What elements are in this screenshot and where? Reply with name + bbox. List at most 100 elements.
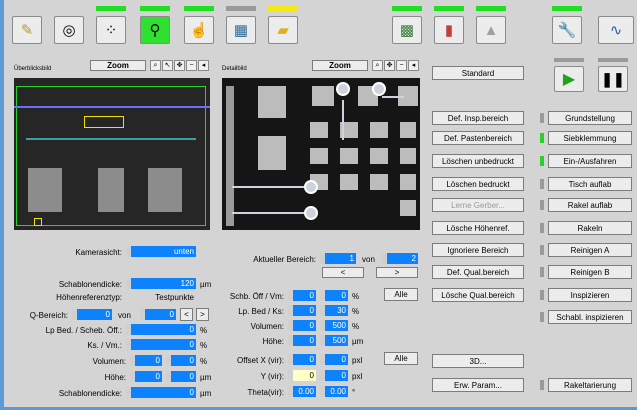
bereich-total-field[interactable]: 2 xyxy=(382,253,418,264)
detail-zoom-button[interactable]: Zoom xyxy=(312,60,368,71)
ks-field[interactable]: 0 xyxy=(126,339,196,350)
image-pad xyxy=(400,122,416,138)
image-pad xyxy=(258,136,286,170)
volumen-b-field[interactable]: 0 xyxy=(166,355,196,366)
rakeltarierung-button[interactable]: Rakeltarierung xyxy=(548,378,632,392)
bereich-prev-button[interactable]: < xyxy=(322,267,364,278)
folder-icon[interactable]: ▰ xyxy=(268,16,298,44)
q-bereich-prev-button[interactable]: < xyxy=(180,308,193,321)
ks-unit: % xyxy=(200,341,208,350)
hoehe-a-field[interactable]: 0 xyxy=(130,371,162,382)
loeschen-bedruckt-button[interactable]: Löschen bedruckt xyxy=(432,177,524,191)
wave-icon[interactable]: ∿ xyxy=(598,16,634,44)
minus-icon[interactable]: − xyxy=(396,60,407,71)
mid-hoehe-b-field[interactable]: 500 xyxy=(320,335,348,346)
q-bereich-next-button[interactable]: > xyxy=(196,308,209,321)
circle-target-icon[interactable]: ◎ xyxy=(54,16,84,44)
theta-b-field[interactable]: 0.00 xyxy=(320,386,348,397)
pause-icon[interactable]: ❚❚ xyxy=(598,66,628,92)
lerne-gerber-button[interactable]: Lerne Gerber... xyxy=(432,198,524,212)
siebklemmung-button[interactable]: Siebklemmung xyxy=(548,131,632,145)
indicator-bar xyxy=(96,6,126,11)
volumen-unit: % xyxy=(200,357,208,366)
offx-a: 0 xyxy=(309,355,314,364)
vol-a-field[interactable]: 0 xyxy=(288,320,316,331)
hand-icon[interactable]: ☝ xyxy=(184,16,214,44)
rakel-auflab-button[interactable]: Rakel auflab xyxy=(548,198,632,212)
offx-b-field[interactable]: 0 xyxy=(320,354,348,365)
def-qual-button[interactable]: Def. Qual.bereich xyxy=(432,265,524,279)
hand-tool-icon[interactable]: ✥ xyxy=(384,60,395,71)
reinigen-a-button[interactable]: Reinigen A xyxy=(548,243,632,257)
reinigen-b-indicator xyxy=(540,267,544,277)
via-marker xyxy=(304,180,318,194)
bereich-field[interactable]: 1 xyxy=(320,253,356,264)
standard-button[interactable]: Standard xyxy=(432,66,524,80)
hoehe-b-field[interactable]: 0 xyxy=(166,371,196,382)
theta-a-field[interactable]: 0.00 xyxy=(288,386,316,397)
collapse-icon[interactable]: ◂ xyxy=(198,60,209,71)
q-bereich-to-field[interactable]: 0 xyxy=(140,309,176,320)
play-icon[interactable]: ▶ xyxy=(554,66,584,92)
image-pad xyxy=(258,86,286,118)
q-bereich-from-field[interactable]: 0 xyxy=(72,309,112,320)
schablonendicke-unit: µm xyxy=(200,280,212,289)
def-insp-button[interactable]: Def. Insp.bereich xyxy=(432,111,524,125)
notes-icon[interactable]: ✎ xyxy=(12,16,42,44)
hand-tool-icon[interactable]: ✥ xyxy=(174,60,185,71)
y-unit: pxl xyxy=(352,372,363,381)
lp-field[interactable]: 0 xyxy=(126,324,196,335)
3d-button[interactable]: 3D... xyxy=(432,354,524,368)
mid-hoehe-a-field[interactable]: 0 xyxy=(288,335,316,346)
y-a-field[interactable]: 0 xyxy=(288,370,316,381)
overview-zoom-button[interactable]: Zoom xyxy=(90,60,146,71)
image-pad xyxy=(370,174,388,190)
lp-bed-a-field[interactable]: 0 xyxy=(288,305,316,316)
schabl-inspizieren-button[interactable]: Schabl. inspizieren xyxy=(548,310,632,324)
def-pasten-button[interactable]: Def. Pastenbereich xyxy=(432,131,524,145)
ignoriere-bereich-button[interactable]: Ignoriere Bereich xyxy=(432,243,524,257)
zoom-icon[interactable]: ⌕ xyxy=(150,60,161,71)
erw-param-button[interactable]: Erw. Param... xyxy=(432,378,524,392)
cone-icon[interactable]: ▲ xyxy=(476,16,506,44)
schablonendicke2-field[interactable]: 0 xyxy=(126,387,196,398)
detail-image[interactable] xyxy=(222,78,420,230)
lp-label: Lp Bed. / Scheb. Öff.: xyxy=(45,326,122,335)
tower-icon[interactable]: ▮ xyxy=(434,16,464,44)
y-b-field[interactable]: 0 xyxy=(320,370,348,381)
loesche-hoehenref-button[interactable]: Lösche Höhenref. xyxy=(432,221,524,235)
board-icon[interactable]: ▩ xyxy=(392,16,422,44)
offx-unit: pxl xyxy=(352,356,363,365)
overview-image[interactable] xyxy=(14,78,210,230)
offx-a-field[interactable]: 0 xyxy=(288,354,316,365)
loeschen-unbedruckt-button[interactable]: Löschen unbedruckt xyxy=(432,154,524,168)
ein-aus-button[interactable]: Ein-/Ausfahren xyxy=(548,154,632,168)
alle-button-2[interactable]: Alle xyxy=(384,352,418,365)
zoom-icon[interactable]: ⌕ xyxy=(372,60,383,71)
collapse-icon[interactable]: ◂ xyxy=(408,60,419,71)
tisch-auflab-button[interactable]: Tisch auflab xyxy=(548,177,632,191)
schablonendicke-field[interactable]: 120 xyxy=(126,278,196,289)
schb-b-field[interactable]: 0 xyxy=(320,290,348,301)
ks-value: 0 xyxy=(189,340,194,349)
rakeln-button[interactable]: Rakeln xyxy=(548,221,632,235)
grundstellung-button[interactable]: Grundstellung xyxy=(548,111,632,125)
lightbulb-icon[interactable]: ⚲ xyxy=(140,16,170,44)
minus-icon[interactable]: − xyxy=(186,60,197,71)
bereich-next-button[interactable]: > xyxy=(376,267,418,278)
vol-b-field[interactable]: 500 xyxy=(320,320,348,331)
grid-icon[interactable]: ▦ xyxy=(226,16,256,44)
reinigen-b-button[interactable]: Reinigen B xyxy=(548,265,632,279)
loesche-qual-button[interactable]: Lösche Qual.bereich xyxy=(432,288,524,302)
pointer-icon[interactable]: ↖ xyxy=(162,60,173,71)
wrench-icon[interactable]: 🔧 xyxy=(552,16,582,44)
detail-title: Detailbild xyxy=(222,66,247,72)
alle-button-1[interactable]: Alle xyxy=(384,288,418,301)
vol-a: 0 xyxy=(309,321,314,330)
inspizieren-button[interactable]: Inspizieren xyxy=(548,288,632,302)
volumen-a-field[interactable]: 0 xyxy=(130,355,162,366)
schb-a-field[interactable]: 0 xyxy=(288,290,316,301)
lp-bed-b-field[interactable]: 30 xyxy=(320,305,348,316)
kamerasicht-field[interactable]: unten xyxy=(126,246,196,257)
dots-icon[interactable]: ⁘ xyxy=(96,16,126,44)
